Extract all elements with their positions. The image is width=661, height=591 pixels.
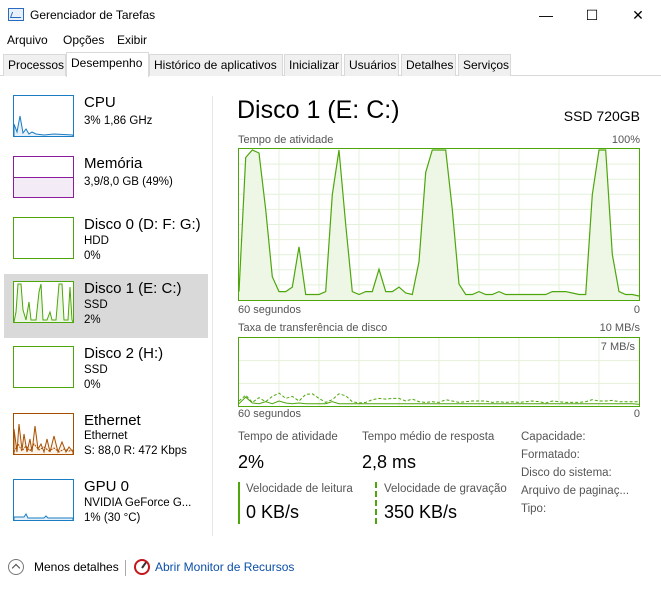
sidebar-item-memoria[interactable]: Memória 3,9/8,0 GB (49%) bbox=[4, 149, 208, 213]
sidebar-item-disco-2[interactable]: Disco 2 (H:) SSD 0% bbox=[4, 339, 208, 403]
read-speed-indicator bbox=[238, 482, 240, 524]
disk1-thumbnail-graph bbox=[14, 283, 73, 322]
close-button[interactable]: ✕ bbox=[615, 0, 661, 30]
tab-desempenho[interactable]: Desempenho bbox=[66, 52, 149, 77]
active-time-value: 2% bbox=[238, 452, 265, 472]
gpu-thumbnail bbox=[13, 479, 74, 521]
sidebar-item-name: CPU bbox=[84, 94, 116, 111]
cpu-thumbnail bbox=[13, 95, 74, 137]
task-manager-icon bbox=[8, 8, 24, 21]
active-time-label: Tempo de atividade bbox=[238, 431, 338, 443]
tab-historico[interactable]: Histórico de aplicativos bbox=[149, 54, 283, 76]
tab-servicos[interactable]: Serviços bbox=[458, 54, 511, 76]
memory-usage-fill bbox=[14, 177, 73, 197]
tab-processos[interactable]: Processos bbox=[3, 54, 66, 76]
window-title: Gerenciador de Tarefas bbox=[30, 8, 156, 22]
disk-detail-panel: Disco 1 (E: C:) SSD 720GB Tempo de ativi… bbox=[224, 88, 654, 538]
sidebar-item-gpu[interactable]: GPU 0 NVIDIA GeForce G... 1% (30 °C) bbox=[4, 472, 208, 536]
disk-model: SSD 720GB bbox=[563, 108, 640, 124]
menu-opcoes[interactable]: Opções bbox=[63, 33, 104, 47]
sidebar-item-type: SSD bbox=[84, 299, 108, 311]
transfer-chart: 7 MB/s bbox=[238, 337, 640, 407]
sidebar-item-cpu[interactable]: CPU 3% 1,86 GHz bbox=[4, 88, 208, 152]
write-speed-value: 350 KB/s bbox=[384, 502, 458, 522]
sidebar-item-disco-1[interactable]: Disco 1 (E: C:) SSD 2% bbox=[4, 274, 208, 338]
menu-arquivo[interactable]: Arquivo bbox=[7, 33, 48, 47]
sidebar-item-adapter: Ethernet bbox=[84, 430, 128, 442]
sidebar-item-gpu-model: NVIDIA GeForce G... bbox=[84, 497, 192, 509]
panel-separator bbox=[212, 96, 213, 536]
sidebar-item-usage: 0% bbox=[84, 250, 101, 262]
write-speed-indicator bbox=[375, 482, 377, 524]
ethernet-thumbnail bbox=[13, 413, 74, 455]
active-time-x-left: 60 segundos bbox=[238, 304, 301, 316]
sidebar-item-type: HDD bbox=[84, 235, 109, 247]
response-time-value: 2,8 ms bbox=[362, 452, 417, 472]
sidebar-item-name: Disco 2 (H:) bbox=[84, 345, 164, 362]
footer-divider bbox=[125, 560, 126, 576]
active-time-chart-max: 100% bbox=[611, 134, 640, 146]
tab-bar: Processos Desempenho Histórico de aplica… bbox=[0, 52, 661, 77]
read-speed-label: Velocidade de leitura bbox=[246, 483, 353, 495]
sidebar-item-name: Disco 1 (E: C:) bbox=[84, 280, 182, 297]
minimize-button[interactable]: — bbox=[523, 0, 569, 30]
sidebar-item-type: SSD bbox=[84, 364, 108, 376]
sidebar-item-name: Memória bbox=[84, 155, 143, 172]
title-bar: Gerenciador de Tarefas — ☐ ✕ bbox=[0, 0, 661, 30]
tab-detalhes[interactable]: Detalhes bbox=[401, 54, 456, 76]
active-time-chart-svg bbox=[238, 149, 640, 300]
less-details-link[interactable]: Menos detalhes bbox=[34, 560, 119, 574]
read-speed-value: 0 KB/s bbox=[246, 502, 300, 522]
disk0-thumbnail bbox=[13, 217, 74, 259]
menu-bar: Arquivo Opções Exibir bbox=[0, 30, 661, 50]
sidebar-item-disco-0[interactable]: Disco 0 (D: F: G:) HDD 0% bbox=[4, 210, 208, 274]
disk1-thumbnail bbox=[13, 281, 74, 323]
page-title: Disco 1 (E: C:) bbox=[237, 96, 400, 124]
active-time-x-right: 0 bbox=[633, 304, 640, 316]
tab-usuarios[interactable]: Usuários bbox=[344, 54, 399, 76]
sidebar-item-name: GPU 0 bbox=[84, 478, 130, 495]
transfer-chart-label: Taxa de transferência de disco bbox=[238, 322, 388, 334]
response-time-label: Tempo médio de resposta bbox=[362, 431, 495, 443]
disk2-thumbnail bbox=[13, 346, 74, 388]
transfer-chart-max: 10 MB/s bbox=[599, 322, 640, 334]
capacity-label: Capacidade: bbox=[521, 431, 586, 443]
maximize-button[interactable]: ☐ bbox=[569, 0, 615, 30]
write-speed-label: Velocidade de gravação bbox=[384, 483, 507, 495]
sidebar-item-detail: 3,9/8,0 GB (49%) bbox=[84, 176, 173, 188]
sidebar-item-name: Disco 0 (D: F: G:) bbox=[84, 216, 201, 233]
memory-thumbnail bbox=[13, 156, 74, 198]
active-time-chart bbox=[238, 148, 640, 301]
formatted-label: Formatado: bbox=[521, 449, 580, 461]
sidebar-item-ethernet[interactable]: Ethernet Ethernet S: 88,0 R: 472 Kbps bbox=[4, 406, 208, 470]
chevron-up-icon[interactable] bbox=[8, 559, 24, 575]
transfer-x-right: 0 bbox=[633, 408, 640, 420]
sidebar-item-name: Ethernet bbox=[84, 412, 141, 429]
gpu-thumbnail-graph bbox=[14, 513, 73, 520]
tab-inicializar[interactable]: Inicializar bbox=[284, 54, 342, 76]
transfer-chart-inner-max: 7 MB/s bbox=[600, 341, 635, 353]
page-file-label: Arquivo de paginaç... bbox=[521, 485, 630, 497]
transfer-x-left: 60 segundos bbox=[238, 408, 301, 420]
sidebar-item-usage: 0% bbox=[84, 379, 101, 391]
resource-monitor-icon[interactable] bbox=[134, 559, 150, 575]
cpu-thumbnail-graph bbox=[14, 115, 73, 136]
transfer-chart-svg bbox=[238, 338, 640, 406]
sidebar-item-detail: 3% 1,86 GHz bbox=[84, 115, 153, 127]
ethernet-thumbnail-graph bbox=[14, 423, 73, 454]
menu-exibir[interactable]: Exibir bbox=[117, 33, 147, 47]
sidebar-item-usage: 2% bbox=[84, 314, 101, 326]
system-disk-label: Disco do sistema: bbox=[521, 467, 612, 479]
sidebar-item-usage: 1% (30 °C) bbox=[84, 512, 141, 524]
footer: Menos detalhes Abrir Monitor de Recursos bbox=[0, 556, 661, 580]
type-label: Tipo: bbox=[521, 503, 547, 515]
active-time-chart-label: Tempo de atividade bbox=[238, 134, 334, 146]
open-resource-monitor-link[interactable]: Abrir Monitor de Recursos bbox=[155, 560, 294, 574]
resource-list: CPU 3% 1,86 GHz Memória 3,9/8,0 GB (49%)… bbox=[0, 88, 212, 538]
sidebar-item-throughput: S: 88,0 R: 472 Kbps bbox=[84, 445, 187, 457]
